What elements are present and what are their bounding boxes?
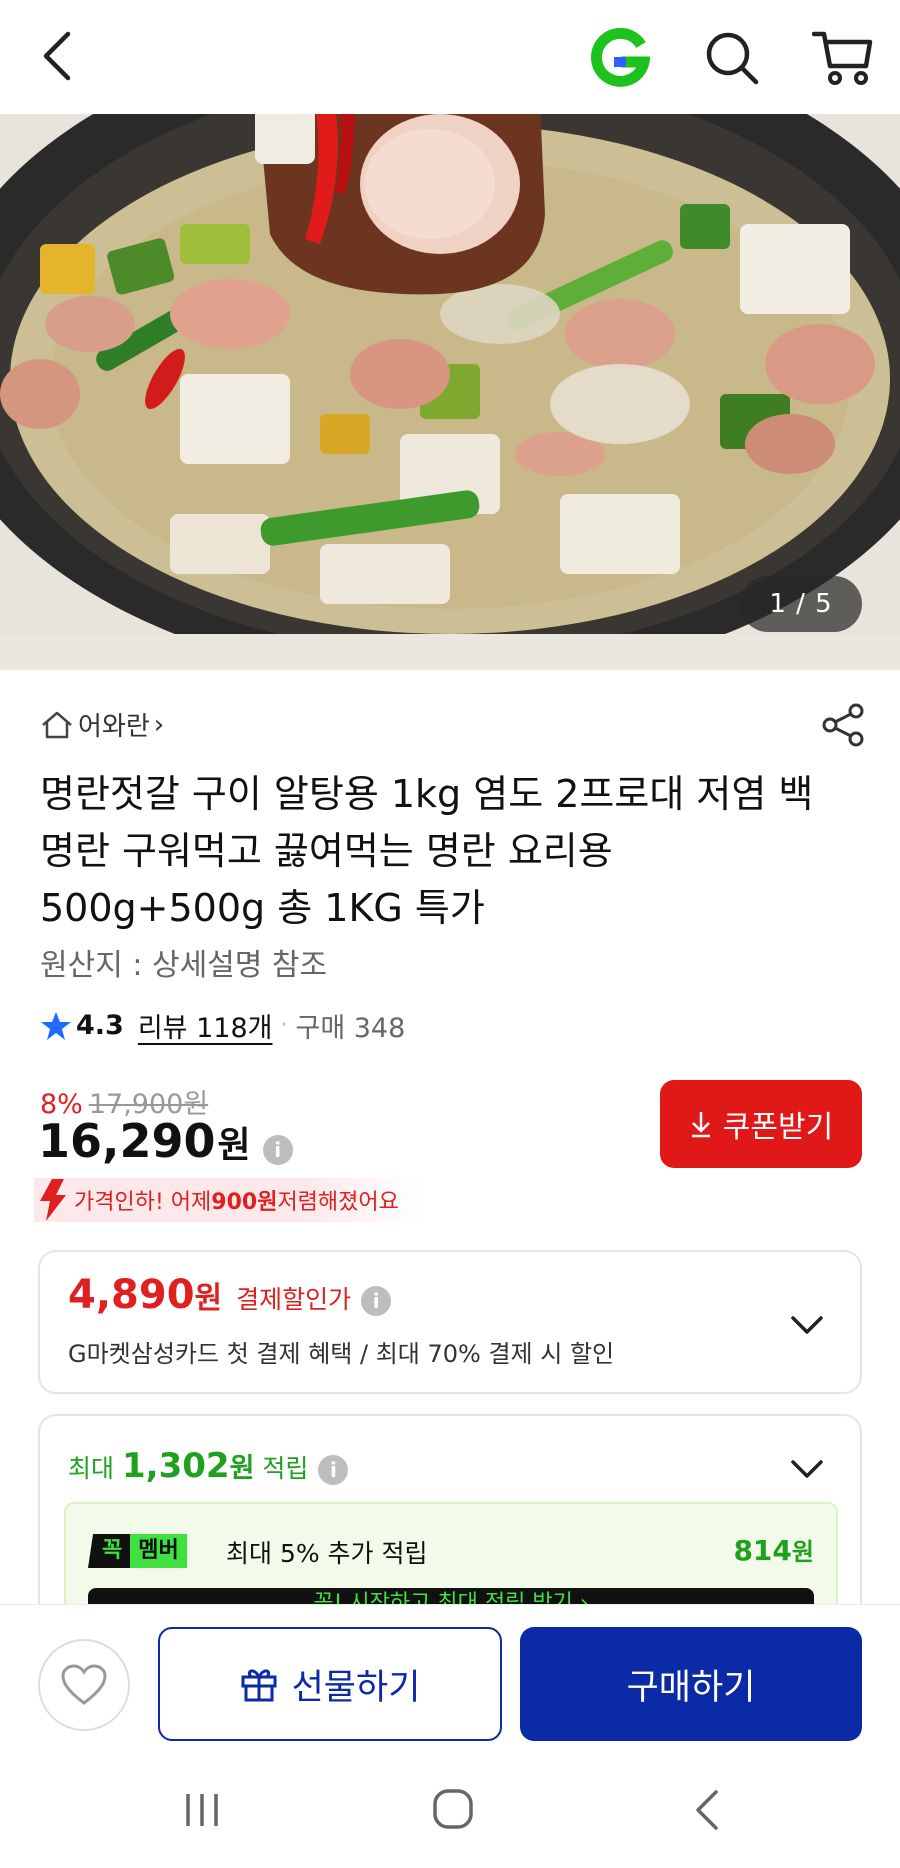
chevron-left-icon[interactable] <box>38 28 78 84</box>
rating-row: 4.3 리뷰 118개 · 구매 348 <box>40 1006 405 1045</box>
store-name: 어와란 <box>78 712 150 742</box>
reward-prefix: 최대 <box>68 1454 115 1483</box>
payment-unit: 원 <box>194 1281 223 1316</box>
price-row: 16,290 원 i <box>38 1114 293 1168</box>
gift-button[interactable]: 선물하기 <box>158 1627 502 1741</box>
search-icon[interactable] <box>704 28 760 88</box>
recent-apps-icon[interactable] <box>182 1790 222 1830</box>
product-image-carousel[interactable]: 1 / 5 <box>0 114 900 670</box>
info-icon[interactable]: i <box>361 1286 392 1316</box>
member-reward-amount-wrap: 814원 <box>733 1532 814 1567</box>
wishlist-button[interactable] <box>38 1639 130 1731</box>
payment-amount: 4,890 <box>68 1272 195 1318</box>
bottom-action-bar: 선물하기 구매하기 <box>0 1604 900 1756</box>
payment-label: 결제할인가 <box>236 1285 352 1314</box>
star-icon <box>41 1011 71 1040</box>
reward-card[interactable]: 최대 1,302 원 적립 i 꼭 멤버 최대 5% 추가 적립 814원 꼭!… <box>38 1414 862 1648</box>
separator-dot: · <box>280 1013 288 1038</box>
reward-unit: 원 <box>229 1453 255 1484</box>
gift-button-label: 선물하기 <box>291 1667 421 1707</box>
price-unit: 원 <box>217 1125 251 1166</box>
member-badge-part2: 멤버 <box>130 1534 187 1568</box>
rating-score: 4.3 <box>76 1010 124 1041</box>
price-drop-suffix: 저렴해졌어요 <box>277 1190 399 1215</box>
cart-icon[interactable] <box>812 28 874 88</box>
member-reward-text: 최대 5% 추가 적립 <box>226 1539 428 1568</box>
coupon-button[interactable]: 쿠폰받기 <box>660 1080 862 1168</box>
payment-amount-row: 4,890 원 결제할인가 i <box>68 1272 392 1318</box>
member-badge-part1: 꼭 <box>88 1534 131 1568</box>
reward-header: 최대 1,302 원 적립 i <box>68 1446 349 1486</box>
info-icon[interactable]: i <box>318 1455 349 1485</box>
info-icon[interactable]: i <box>262 1135 293 1165</box>
buy-button[interactable]: 구매하기 <box>520 1627 862 1741</box>
buy-button-label: 구매하기 <box>626 1667 756 1707</box>
home-icon <box>42 711 72 738</box>
chevron-down-icon[interactable] <box>790 1314 824 1336</box>
reward-amount: 1,302 <box>122 1446 230 1486</box>
payment-discount-card[interactable]: 4,890 원 결제할인가 i G마켓삼성카드 첫 결제 혜택 / 최대 70%… <box>38 1250 862 1394</box>
share-icon[interactable] <box>820 702 866 748</box>
review-link[interactable]: 리뷰 118개 <box>138 1006 273 1045</box>
reward-suffix: 적립 <box>262 1454 309 1483</box>
top-bar <box>0 0 900 114</box>
system-nav-bar <box>0 1756 900 1868</box>
member-badge: 꼭 멤버 <box>88 1534 187 1568</box>
member-reward-amount: 814 <box>733 1534 792 1567</box>
price-drop-amount: 900원 <box>211 1190 278 1215</box>
chevron-down-icon[interactable] <box>790 1458 824 1480</box>
image-counter: 1 / 5 <box>740 576 862 632</box>
price-drop-prefix: 가격인하! 어제 <box>74 1190 212 1215</box>
purchase-count: 구매 348 <box>295 1013 406 1044</box>
product-title: 명란젓갈 구이 알탕용 1kg 염도 2프로대 저염 백명란 구워먹고 끓여먹는… <box>40 772 814 930</box>
heart-icon <box>61 1664 107 1705</box>
store-link[interactable]: 어와란 › <box>40 706 164 743</box>
member-reward-unit: 원 <box>791 1538 814 1566</box>
download-icon <box>691 1112 710 1138</box>
system-back-icon[interactable] <box>692 1788 722 1832</box>
store-chevron: › <box>153 709 165 740</box>
lightning-down-icon <box>40 1179 66 1221</box>
gmarket-logo-icon[interactable] <box>590 28 650 88</box>
origin-info: 원산지 : 상세설명 참조 <box>40 948 328 983</box>
sale-price: 16,290 <box>38 1114 216 1168</box>
payment-description: G마켓삼성카드 첫 결제 혜택 / 최대 70% 결제 시 할인 <box>68 1340 615 1368</box>
gift-icon <box>241 1669 277 1702</box>
home-button-icon[interactable] <box>432 1788 474 1830</box>
coupon-button-label: 쿠폰받기 <box>722 1111 834 1144</box>
price-drop-note: 가격인하! 어제 900원 저렴해졌어요 <box>34 1178 423 1222</box>
